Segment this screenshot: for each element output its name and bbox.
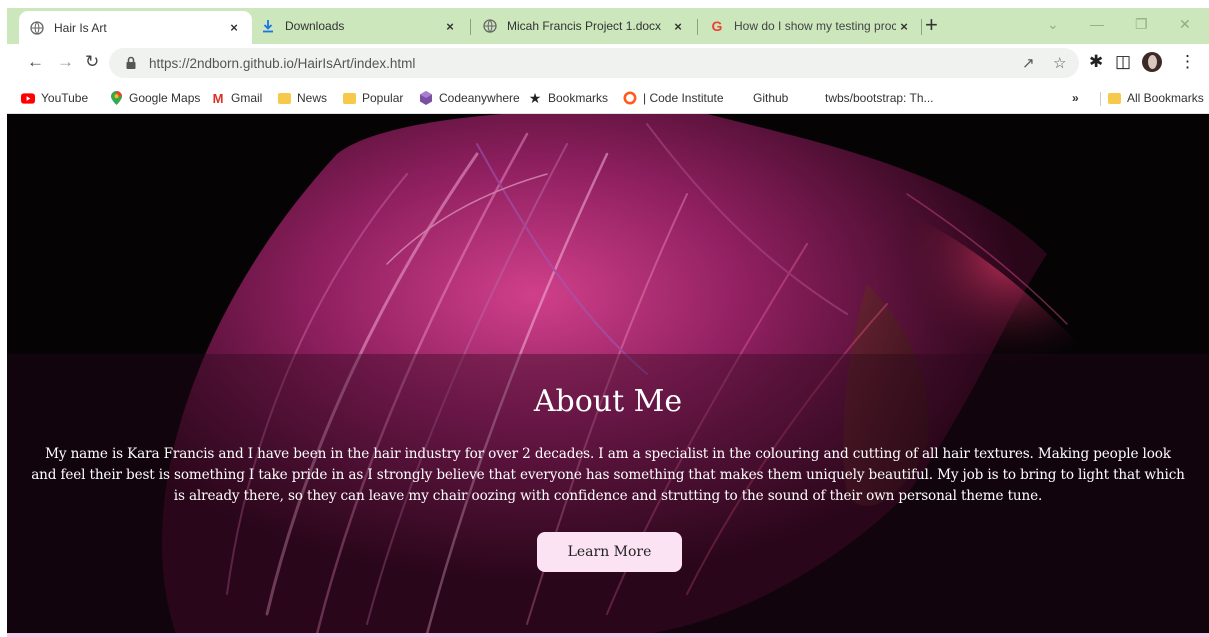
lock-icon (126, 56, 136, 69)
star-icon: ★ (528, 89, 542, 106)
gmail-icon: M (212, 90, 224, 106)
codeanywhere-icon (419, 91, 433, 105)
bookmark-gmail[interactable]: M Gmail (211, 88, 263, 108)
globe-icon (482, 18, 498, 34)
more-menu-icon[interactable]: ⋮ (1179, 52, 1196, 72)
bookmarks-overflow-button[interactable]: » (1072, 88, 1079, 108)
google-icon: G (711, 18, 723, 34)
tab-google-search[interactable]: G How do I show my testing proce × (699, 8, 922, 44)
close-window-icon[interactable]: ✕ (1179, 14, 1191, 34)
download-icon (260, 18, 276, 34)
bookmark-folder-popular[interactable]: Popular (342, 88, 403, 108)
bookmark-label: Popular (362, 91, 404, 105)
url-input[interactable] (149, 55, 749, 71)
bookmark-twbs-bootstrap[interactable]: twbs/bootstrap: Th... (825, 88, 934, 108)
address-bar[interactable]: ↗ ☆ (109, 48, 1079, 78)
bookmarks-bar: YouTube Google Maps M Gmail News Popular… (7, 82, 1209, 114)
bookmark-code-institute[interactable]: | Code Institute (623, 88, 724, 108)
folder-icon (1107, 91, 1121, 105)
back-arrow-icon[interactable]: ← (27, 52, 44, 72)
tab-separator (697, 19, 698, 35)
share-icon[interactable]: ↗ (1022, 54, 1035, 72)
folder-icon (342, 91, 356, 105)
tab-micah-francis-project[interactable]: Micah Francis Project 1.docx × (472, 8, 696, 44)
browser-window: Hair Is Art × Downloads × Micah Francis … (7, 8, 1209, 637)
code-institute-icon (623, 91, 637, 105)
tab-search-chevron-icon[interactable]: ⌄ (1047, 14, 1059, 34)
tab-close-button[interactable]: × (226, 20, 242, 35)
new-tab-button[interactable]: + (925, 13, 938, 37)
tab-separator (470, 19, 471, 35)
page-viewport: About Me My name is Kara Francis and I h… (7, 114, 1209, 637)
bookmark-label: News (297, 91, 328, 105)
about-me-heading: About Me (533, 384, 683, 419)
about-me-paragraph: My name is Kara Francis and I have been … (31, 446, 1185, 504)
maps-pin-icon (109, 91, 123, 105)
bookmarks-separator (1100, 92, 1101, 106)
profile-avatar[interactable] (1142, 52, 1162, 72)
globe-icon (29, 20, 45, 36)
bookmark-bookmarks[interactable]: ★ Bookmarks (528, 88, 608, 108)
bookmark-github[interactable]: Github (753, 88, 788, 108)
bookmark-google-maps[interactable]: Google Maps (109, 88, 200, 108)
bookmark-label: YouTube (41, 91, 89, 105)
bookmark-label: twbs/bootstrap: Th... (825, 91, 934, 105)
learn-more-button[interactable]: Learn More (537, 532, 682, 572)
page-bottom-border (7, 633, 1209, 637)
side-panel-icon[interactable]: ◫ (1115, 52, 1131, 72)
bookmark-folder-news[interactable]: News (277, 88, 327, 108)
bookmark-star-icon[interactable]: ☆ (1053, 54, 1066, 72)
tab-close-button[interactable]: × (442, 19, 458, 34)
tab-separator (921, 19, 922, 35)
tab-close-button[interactable]: × (896, 19, 912, 34)
bookmark-label: | Code Institute (643, 91, 724, 105)
bookmark-label: Gmail (231, 91, 263, 105)
tab-close-button[interactable]: × (670, 19, 686, 34)
reload-icon[interactable]: ↻ (85, 52, 99, 72)
tab-label: How do I show my testing proce (734, 19, 896, 33)
tab-downloads[interactable]: Downloads × (250, 8, 468, 44)
bookmark-label: Github (753, 91, 789, 105)
tab-label: Downloads (285, 19, 345, 33)
restore-icon[interactable]: ❐ (1135, 14, 1148, 34)
tab-label: Micah Francis Project 1.docx (507, 19, 662, 33)
folder-icon (277, 91, 291, 105)
bookmark-label: All Bookmarks (1127, 91, 1204, 105)
bookmark-youtube[interactable]: YouTube (21, 88, 88, 108)
bookmark-label: Google Maps (129, 91, 201, 105)
tab-label: Hair Is Art (54, 20, 107, 35)
youtube-icon (21, 91, 35, 105)
bookmark-label: Bookmarks (548, 91, 609, 105)
extensions-puzzle-icon[interactable]: ✱ (1089, 52, 1103, 72)
bookmark-all-bookmarks[interactable]: All Bookmarks (1107, 88, 1204, 108)
browser-toolbar: ← → ↻ ↗ ☆ ✱ ◫ ⋮ (7, 44, 1209, 82)
forward-arrow-icon[interactable]: → (57, 52, 74, 72)
bookmark-codeanywhere[interactable]: Codeanywhere (419, 88, 520, 108)
overflow-chevron-icon: » (1072, 91, 1079, 105)
minimize-icon[interactable]: — (1090, 14, 1104, 34)
tab-strip: Hair Is Art × Downloads × Micah Francis … (7, 8, 1209, 44)
tab-hair-is-art[interactable]: Hair Is Art × (19, 11, 252, 44)
bookmark-label: Codeanywhere (439, 91, 520, 105)
